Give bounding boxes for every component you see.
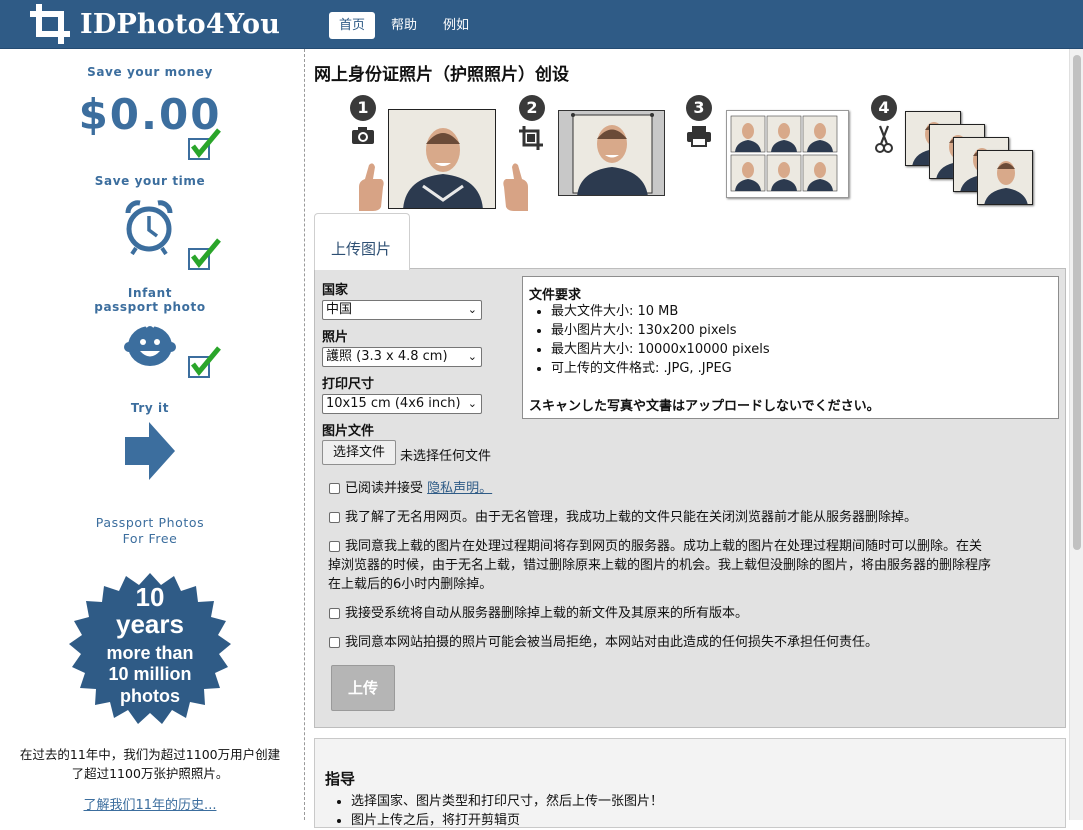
alarm-clock-icon: [125, 200, 173, 255]
top-bar: IDPhoto4You 首页 帮助 例如: [0, 0, 1083, 49]
save-money-heading: Save your money: [87, 65, 213, 79]
chevron-down-icon: ⌄: [467, 350, 477, 363]
badge-line-3: more than: [106, 643, 193, 663]
anonymous-checkbox[interactable]: [329, 512, 340, 523]
guide-item: 选择国家、图片类型和打印尺寸，然后上传一张图片！: [351, 792, 663, 811]
photo-type-select[interactable]: 護照 (3.3 x 4.8 cm) ⌄: [322, 347, 482, 367]
file-status: 未选择任何文件: [400, 449, 492, 464]
nav-help[interactable]: 帮助: [381, 12, 427, 39]
requirements-list: 最大文件大小: 10 MB 最小图片大小: 130x200 pixels 最大图…: [533, 302, 770, 378]
checkmark-icon: [188, 238, 221, 270]
chevron-down-icon: ⌄: [467, 303, 477, 316]
requirement-item: 最大文件大小: 10 MB: [551, 302, 770, 321]
guide-section: 指导 选择国家、图片类型和打印尺寸，然后上传一张图片！ 图片上传之后，将打开剪辑…: [314, 738, 1066, 828]
save-time-heading: Save your time: [94, 174, 206, 188]
step-1-number: 1: [350, 95, 376, 121]
infant-heading-1: Infant: [127, 286, 173, 300]
thumbs-up-right: [503, 163, 528, 211]
free-heading-1: Passport Photos: [95, 515, 205, 530]
print-size-select-value: 10x15 cm (4x6 inch): [326, 396, 461, 411]
printer-icon: [687, 126, 711, 147]
choose-file-button[interactable]: 选择文件: [322, 440, 396, 465]
auto-delete-consent-text: 我接受系统将自动从服务器删除掉上载的新文件及其原来的所有版本。: [345, 606, 749, 621]
anonymous-consent-text: 我了解了无名用网页。由于无名管理，我成功上载的文件只能在关闭浏览器前才能从服务器…: [345, 510, 918, 525]
try-it-heading: Try it: [130, 401, 170, 415]
privacy-consent-text: 已阅读并接受 隐私声明。: [345, 479, 492, 498]
step-2-photo: [558, 110, 665, 196]
scissors-icon: [875, 125, 893, 153]
left-sidebar: Save your money $0.00 Save your time Inf…: [0, 49, 305, 820]
history-text-line-1: 在过去的11年中，我们为超过1100万用户创建: [19, 747, 281, 762]
country-label: 国家: [322, 283, 349, 298]
crop-logo-icon: [30, 4, 70, 44]
chevron-down-icon: ⌄: [467, 397, 477, 410]
site-logo[interactable]: IDPhoto4You: [28, 2, 280, 46]
checkmark-icon: [188, 346, 221, 378]
step-4-number: 4: [871, 95, 897, 121]
storage-consent-line-1: 我同意我上载的图片在处理过程期间将存到网页的服务器。成功上载的图片在处理过程期间…: [345, 539, 983, 554]
print-size-select[interactable]: 10x15 cm (4x6 inch) ⌄: [322, 394, 482, 414]
requirement-item: 最大图片大小: 10000x10000 pixels: [551, 340, 770, 359]
nav-home[interactable]: 首页: [329, 12, 376, 39]
upload-panel: 国家 中国 ⌄ 照片 護照 (3.3 x 4.8 cm) ⌄ 打印尺寸 10x1…: [314, 268, 1066, 728]
scan-warning: スキャンした写真や文書はアップロードしないでください。: [529, 399, 880, 414]
main-nav: 首页 帮助 例如: [329, 12, 479, 39]
step-1-photo: [388, 109, 496, 209]
guide-list: 选择国家、图片类型和打印尺寸，然后上传一张图片！ 图片上传之后，将打开剪辑页: [333, 792, 663, 830]
history-text: 在过去的11年中，我们为超过1100万用户创建 了超过1100万张护照照片。: [0, 745, 300, 783]
file-requirements-box: 文件要求 最大文件大小: 10 MB 最小图片大小: 130x200 pixel…: [522, 276, 1059, 419]
step-3-photo-sheet: [726, 110, 849, 198]
country-select-value: 中国: [326, 302, 353, 317]
crop-icon: [519, 126, 543, 150]
thumbs-up-left: [359, 163, 384, 211]
country-select[interactable]: 中国 ⌄: [322, 300, 482, 320]
badge-line-2: years: [116, 609, 184, 639]
privacy-text: 已阅读并接受: [345, 481, 424, 496]
step-2-number: 2: [519, 95, 545, 121]
requirement-item: 可上传的文件格式: .JPG, .JPEG: [551, 359, 770, 378]
guide-item: 图片上传之后，将打开剪辑页: [351, 811, 663, 830]
history-text-line-2: 了超过1100万张护照照片。: [71, 766, 229, 781]
infant-heading-2: passport photo: [94, 300, 206, 314]
checkmark-icon: [188, 128, 221, 160]
requirement-item: 最小图片大小: 130x200 pixels: [551, 321, 770, 340]
camera-icon: [352, 127, 374, 144]
free-heading-2: For Free: [122, 531, 178, 546]
storage-consent-text: 我同意我上载的图片在处理过程期间将存到网页的服务器。成功上载的图片在处理过程期间…: [328, 537, 991, 594]
main-content: 网上身份证照片（护照照片）创设 1 2 3 4 上传图片 国家 中国 ⌄ 照片 …: [313, 49, 1068, 828]
tab-upload-image[interactable]: 上传图片: [314, 213, 410, 270]
photo-label: 照片: [322, 330, 349, 345]
privacy-checkbox[interactable]: [329, 483, 340, 494]
nav-examples[interactable]: 例如: [433, 12, 479, 39]
liability-checkbox[interactable]: [329, 637, 340, 648]
image-file-label: 图片文件: [322, 424, 375, 439]
upload-button[interactable]: 上传: [331, 665, 395, 711]
storage-consent-line-3: 在上载后的6小时内删除掉。: [328, 577, 493, 592]
steps-illustration: 1 2 3 4: [313, 93, 1068, 213]
price-label: $0.00: [78, 90, 222, 139]
requirements-title: 文件要求: [529, 288, 582, 303]
ten-years-badge: 10 years more than 10 million photos: [69, 573, 231, 724]
auto-delete-checkbox[interactable]: [329, 608, 340, 619]
step-3-number: 3: [686, 95, 712, 121]
guide-title: 指导: [325, 770, 356, 788]
arrow-right-icon[interactable]: [123, 421, 177, 481]
badge-line-1: 10: [136, 582, 165, 612]
badge-line-4: 10 million: [108, 664, 191, 684]
storage-consent-line-2: 掉浏览器的时候，由于无名上载，错过删除原来上载的图片的机会。我上载但没删除的图片…: [328, 558, 992, 573]
photo-type-select-value: 護照 (3.3 x 4.8 cm): [326, 349, 448, 364]
page-title: 网上身份证照片（护照照片）创设: [314, 65, 569, 85]
tab-upload-label: 上传图片: [331, 240, 392, 258]
storage-checkbox[interactable]: [329, 541, 340, 552]
scrollbar-thumb[interactable]: [1073, 55, 1081, 550]
history-link[interactable]: 了解我们11年的历史...: [0, 794, 300, 813]
print-size-label: 打印尺寸: [322, 377, 375, 392]
liability-consent-text: 我同意本网站拍摄的照片可能会被当局拒绝，本网站对由此造成的任何损失不承担任何责任…: [345, 635, 879, 650]
privacy-policy-link[interactable]: 隐私声明。: [427, 481, 492, 496]
page-scrollbar[interactable]: [1069, 49, 1083, 820]
logo-text: IDPhoto4You: [80, 8, 281, 40]
badge-line-5: photos: [120, 686, 180, 706]
baby-face-icon: [124, 324, 176, 366]
